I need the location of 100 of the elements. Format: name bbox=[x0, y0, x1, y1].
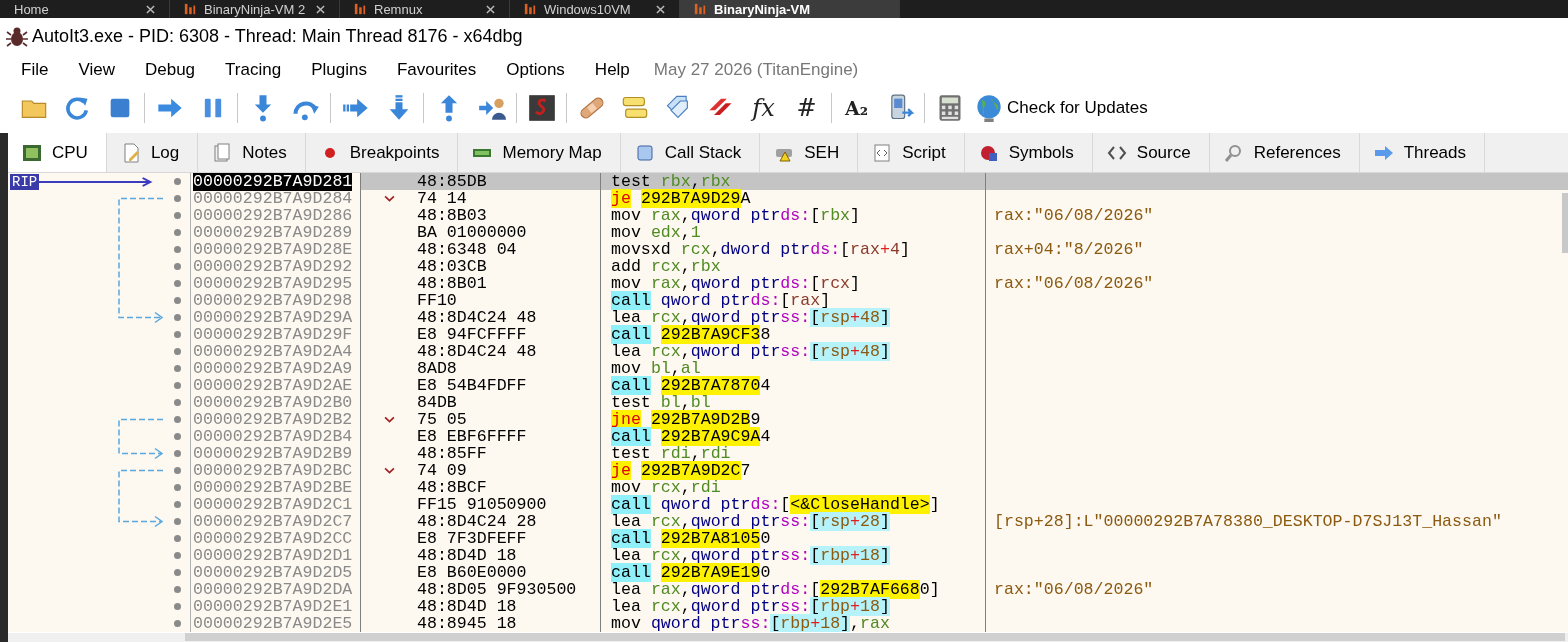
menu-item[interactable]: Plugins bbox=[311, 60, 367, 80]
hash-button[interactable]: # bbox=[785, 89, 828, 126]
close-icon[interactable] bbox=[146, 4, 155, 14]
scrollbar[interactable] bbox=[1562, 193, 1568, 253]
bytes-cell: E8 94FCFFFF bbox=[417, 326, 527, 343]
bytes-cell: 48:6348 04 bbox=[417, 241, 517, 258]
function-button[interactable]: fx bbox=[742, 89, 785, 126]
dot-icon[interactable] bbox=[174, 195, 181, 202]
dot-icon[interactable] bbox=[174, 297, 181, 304]
dot-icon[interactable] bbox=[174, 603, 181, 610]
dot-icon[interactable] bbox=[174, 586, 181, 593]
dot-icon[interactable] bbox=[174, 450, 181, 457]
address-cell: 00000292B7A9D284 bbox=[193, 189, 353, 208]
tab[interactable]: Notes bbox=[198, 133, 306, 172]
tab[interactable]: SEH bbox=[760, 133, 859, 172]
browser-tab[interactable]: Remnux bbox=[340, 0, 510, 18]
bytes-cell: 48:8D4D 18 bbox=[417, 547, 517, 564]
bars-icon bbox=[354, 3, 366, 15]
menu-item[interactable]: Tracing bbox=[225, 60, 282, 80]
rip-label: RIP bbox=[10, 173, 40, 190]
bytes-cell: E8 7F3DFEFF bbox=[417, 530, 527, 547]
dot-icon[interactable] bbox=[174, 518, 181, 525]
dot-icon[interactable] bbox=[174, 229, 181, 236]
tab[interactable]: Threads bbox=[1359, 133, 1485, 172]
dot-icon[interactable] bbox=[174, 178, 181, 185]
menu-item[interactable]: View bbox=[78, 60, 115, 80]
instruction-cell: test rbx,rbx bbox=[611, 173, 731, 191]
instruction-cell: mov rcx,rdi bbox=[611, 478, 721, 497]
dot-icon[interactable] bbox=[174, 263, 181, 270]
dot-icon[interactable] bbox=[174, 331, 181, 338]
bytes-cell: 48:03CB bbox=[417, 258, 487, 275]
menu-item[interactable]: File bbox=[21, 60, 49, 80]
tab[interactable]: Breakpoints bbox=[305, 133, 459, 172]
instruction-cell: call qword ptrds:[rax] bbox=[611, 291, 831, 310]
dot-icon[interactable] bbox=[174, 399, 181, 406]
address-cell: 00000292B7A9D2B2 bbox=[193, 410, 353, 429]
instruction-cell: mov qword ptrss:[rbp+18],rax bbox=[611, 614, 890, 632]
dot-icon[interactable] bbox=[174, 433, 181, 440]
bytes-cell: E8 54B4FDFF bbox=[417, 377, 527, 394]
tab[interactable]: Symbols bbox=[964, 133, 1093, 172]
bytes-cell: FF10 bbox=[417, 292, 457, 309]
instruction-cell: add rcx,rbx bbox=[611, 257, 721, 276]
tab[interactable]: References bbox=[1209, 133, 1360, 172]
address-cell: 00000292B7A9D2E5 bbox=[193, 614, 353, 632]
bytes-cell: E8 EBF6FFFF bbox=[417, 428, 527, 445]
tab[interactable]: Source bbox=[1092, 133, 1210, 172]
bytes-cell: 48:8D4C24 28 bbox=[417, 513, 537, 530]
address-cell: 00000292B7A9D295 bbox=[193, 274, 353, 293]
tab[interactable]: CPU bbox=[8, 133, 107, 172]
tab[interactable]: Script bbox=[858, 133, 965, 172]
dot-icon[interactable] bbox=[174, 280, 181, 287]
close-icon[interactable] bbox=[316, 4, 325, 14]
address-cell: 00000292B7A9D292 bbox=[193, 257, 353, 276]
instruction-cell: call 292B7A81050 bbox=[611, 529, 771, 548]
dot-icon[interactable] bbox=[174, 365, 181, 372]
dot-icon[interactable] bbox=[174, 484, 181, 491]
address-cell: 00000292B7A9D28E bbox=[193, 240, 353, 259]
menu-item[interactable]: Debug bbox=[144, 60, 196, 80]
dot-icon[interactable] bbox=[174, 467, 181, 474]
check-updates-button[interactable]: Check for Updates bbox=[971, 89, 1152, 126]
address-cell: 00000292B7A9D286 bbox=[193, 206, 353, 225]
browser-tab[interactable]: Home bbox=[0, 0, 170, 18]
dot-icon[interactable] bbox=[174, 348, 181, 355]
dot-icon[interactable] bbox=[174, 552, 181, 559]
menu-item[interactable]: Favourites bbox=[396, 60, 477, 80]
bytes-cell: 48:8B01 bbox=[417, 275, 487, 292]
dot-icon[interactable] bbox=[174, 501, 181, 508]
scrollbar[interactable] bbox=[185, 633, 1565, 641]
dot-icon[interactable] bbox=[174, 416, 181, 423]
dot-icon[interactable] bbox=[174, 620, 181, 627]
tab[interactable]: Memory Map bbox=[458, 133, 621, 172]
dot-icon[interactable] bbox=[174, 314, 181, 321]
bytes-cell: 75 05 bbox=[417, 411, 467, 428]
address-cell: 00000292B7A9D289 bbox=[193, 223, 353, 242]
instruction-cell: call qword ptrds:[<&CloseHandle>] bbox=[611, 495, 940, 514]
instruction-cell: lea rcx,qword ptrss:[rbp+18] bbox=[611, 597, 890, 616]
browser-tab[interactable]: BinaryNinja-VM 2 bbox=[170, 0, 340, 18]
font-button[interactable]: A₂ bbox=[835, 89, 878, 126]
browser-tab[interactable]: BinaryNinja-VM bbox=[680, 0, 900, 18]
address-cell: 00000292B7A9D2A4 bbox=[193, 342, 353, 361]
dot-icon[interactable] bbox=[174, 535, 181, 542]
close-icon[interactable] bbox=[486, 4, 495, 14]
address-cell: 00000292B7A9D2BC bbox=[193, 461, 353, 480]
bytes-cell: 48:8D4D 18 bbox=[417, 598, 517, 615]
tab[interactable]: Call Stack bbox=[620, 133, 761, 172]
dot-icon[interactable] bbox=[174, 246, 181, 253]
bytes-cell: 48:8D4C24 48 bbox=[417, 309, 537, 326]
instruction-cell: mov rax,qword ptrds:[rcx] bbox=[611, 274, 861, 293]
menu-item[interactable]: Options bbox=[506, 60, 565, 80]
address-cell: 00000292B7A9D2CC bbox=[193, 529, 353, 548]
address-cell: 00000292B7A9D2C7 bbox=[193, 512, 353, 531]
script-box-icon[interactable] bbox=[527, 93, 556, 122]
dot-icon[interactable] bbox=[174, 569, 181, 576]
menu-item[interactable]: Help bbox=[594, 60, 630, 80]
build-info: May 27 2026 (TitanEngine) bbox=[653, 60, 859, 80]
tab[interactable]: Log bbox=[106, 133, 199, 172]
dot-icon[interactable] bbox=[174, 382, 181, 389]
bytes-cell: 48:85FF bbox=[417, 445, 487, 462]
dot-icon[interactable] bbox=[174, 212, 181, 219]
close-icon[interactable] bbox=[656, 4, 665, 14]
